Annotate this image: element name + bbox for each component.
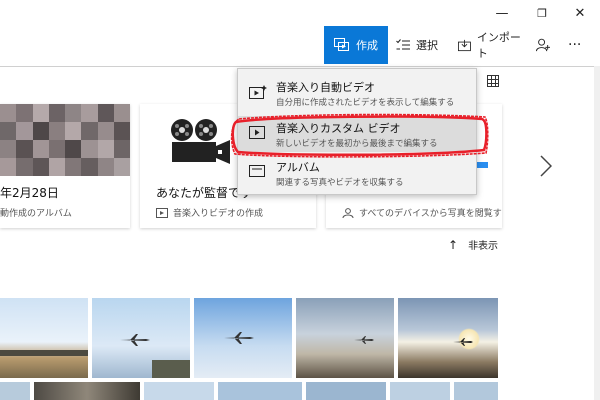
- create-menu: 音楽入り自動ビデオ 自分用に作成されたビデオを表示して編集する 音楽入りカスタム…: [237, 68, 477, 195]
- photo-thumbnail[interactable]: [0, 382, 30, 400]
- close-button[interactable]: ✕: [562, 0, 598, 26]
- card-subtitle: 音楽入りビデオの作成: [173, 209, 264, 219]
- more-button[interactable]: ···: [568, 26, 592, 64]
- album-card[interactable]: 年2月28日 動作成のアルバム: [0, 104, 130, 228]
- import-icon: [458, 39, 471, 51]
- photo-thumbnail[interactable]: [390, 382, 450, 400]
- chevron-right-icon[interactable]: [540, 155, 553, 182]
- minimize-button[interactable]: —: [484, 0, 520, 26]
- menu-item-title: 音楽入り自動ビデオ: [276, 81, 375, 94]
- card-subtitle-row: 音楽入りビデオの作成: [156, 206, 263, 219]
- custom-video-icon: [249, 126, 265, 139]
- menu-item-custom-video[interactable]: 音楽入りカスタム ビデオ 新しいビデオを最初から最後まで編集する: [238, 116, 476, 152]
- card-subtitle: すべてのデバイスから写真を閲覧す: [359, 209, 502, 219]
- grid-view-icon[interactable]: [487, 75, 499, 87]
- arrow-up-icon: ↑: [448, 237, 459, 252]
- select-label: 選択: [416, 39, 438, 52]
- photo-thumbnail[interactable]: [398, 298, 498, 378]
- maximize-button[interactable]: ❐: [524, 0, 560, 26]
- hide-button[interactable]: ↑ 非表示: [448, 237, 499, 253]
- card-subtitle-row: すべてのデバイスから写真を閲覧す: [342, 206, 502, 219]
- album-icon: [249, 165, 265, 177]
- toolbar-divider: [0, 66, 600, 67]
- add-person-button[interactable]: [536, 26, 556, 64]
- menu-item-description: 関連する写真やビデオを収集する: [276, 178, 404, 188]
- menu-item-description: 新しいビデオを最初から最後まで編集する: [276, 139, 438, 149]
- title-bar: — ❐ ✕: [0, 0, 600, 26]
- auto-video-icon: [249, 85, 267, 99]
- card-title: 年2月28日: [0, 186, 59, 200]
- toolbar: 作成 選択 インポート ···: [0, 26, 600, 66]
- hide-label: 非表示: [468, 241, 499, 252]
- create-label: 作成: [356, 39, 378, 52]
- select-icon: [396, 39, 410, 50]
- person-icon: [342, 207, 354, 218]
- card-subtitle: 動作成のアルバム: [0, 209, 72, 219]
- create-button[interactable]: 作成: [324, 26, 388, 64]
- photo-thumbnail[interactable]: [454, 382, 498, 400]
- menu-item-album[interactable]: アルバム 関連する写真やビデオを収集する: [238, 155, 476, 191]
- photo-thumbnail[interactable]: [218, 382, 302, 400]
- photo-thumbnail[interactable]: [0, 298, 88, 378]
- photo-thumbnail[interactable]: [34, 382, 140, 400]
- photo-thumbnail[interactable]: [296, 298, 394, 378]
- import-label: インポート: [476, 31, 521, 60]
- video-projector-icon: [171, 119, 230, 164]
- add-person-icon: [536, 38, 550, 52]
- menu-item-title: アルバム: [276, 161, 320, 174]
- vertical-scrollbar[interactable]: [594, 66, 600, 400]
- video-icon: [156, 207, 168, 218]
- photo-thumbnail[interactable]: [194, 298, 292, 378]
- create-icon: [334, 38, 349, 51]
- import-button[interactable]: インポート: [458, 26, 524, 64]
- photo-thumbnail[interactable]: [306, 382, 386, 400]
- select-button[interactable]: 選択: [396, 26, 450, 64]
- photo-thumbnail[interactable]: [144, 382, 214, 400]
- album-thumbnail: [0, 104, 130, 176]
- menu-item-title: 音楽入りカスタム ビデオ: [276, 122, 401, 135]
- menu-item-auto-video[interactable]: 音楽入り自動ビデオ 自分用に作成されたビデオを表示して編集する: [238, 75, 476, 111]
- photo-thumbnail[interactable]: [92, 298, 190, 378]
- menu-item-description: 自分用に作成されたビデオを表示して編集する: [276, 98, 455, 108]
